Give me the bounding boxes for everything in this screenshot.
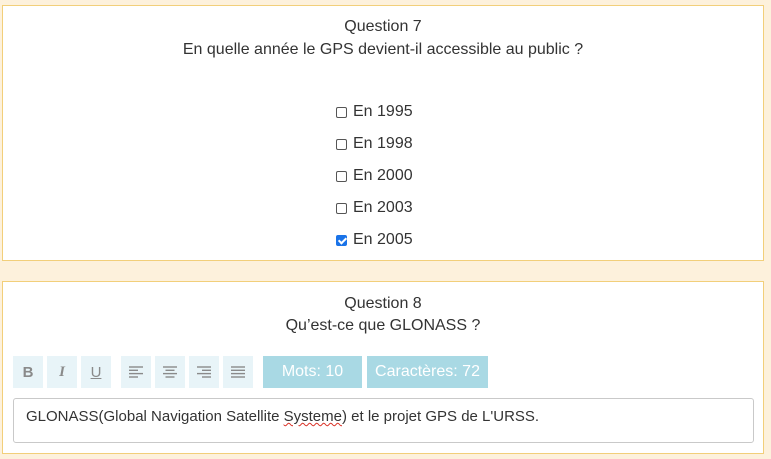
answer-text-end: ) et le projet GPS de L'URSS. — [341, 408, 540, 425]
option-1998[interactable]: En 1998 — [336, 134, 413, 154]
align-justify-icon — [231, 366, 245, 378]
checkbox-icon[interactable] — [336, 138, 347, 150]
checkbox-icon[interactable] — [336, 202, 347, 214]
question-text: Qu’est-ce que GLONASS ? — [285, 317, 481, 334]
checkbox-icon[interactable] — [336, 106, 347, 118]
align-center-icon — [163, 366, 177, 378]
question-text: En quelle année le GPS devient-il access… — [182, 41, 584, 58]
bold-button[interactable]: B — [13, 356, 43, 388]
question-number: Question 7 — [344, 18, 422, 35]
align-left-icon — [129, 366, 143, 378]
underline-button[interactable]: U — [81, 356, 111, 388]
align-left-button[interactable] — [121, 356, 151, 388]
option-label: En 1998 — [353, 135, 413, 152]
answer-textarea[interactable]: GLONASS(Global Navigation Satellite Syst… — [13, 398, 754, 443]
answer-text-start: GLONASS(Global Navigation Satellite — [26, 408, 284, 425]
option-2005[interactable]: En 2005 — [336, 230, 413, 250]
word-count-badge: Mots: 10 — [263, 356, 362, 388]
option-2000[interactable]: En 2000 — [336, 166, 413, 186]
question-number: Question 8 — [344, 295, 422, 312]
option-label: En 1995 — [353, 103, 413, 120]
option-2003[interactable]: En 2003 — [336, 198, 413, 218]
option-1995[interactable]: En 1995 — [336, 102, 413, 122]
option-label: En 2003 — [353, 199, 413, 216]
italic-button[interactable]: I — [47, 356, 77, 388]
align-justify-button[interactable] — [223, 356, 253, 388]
option-label: En 2000 — [353, 167, 413, 184]
question-7-card: Question 7 En quelle année le GPS devien… — [2, 5, 764, 261]
checkbox-checked-icon[interactable] — [336, 234, 347, 246]
character-count-badge: Caractères: 72 — [367, 356, 488, 388]
align-right-icon — [197, 366, 211, 378]
question-8-card: Question 8 Qu’est-ce que GLONASS ? B I U — [2, 281, 764, 454]
option-label: En 2005 — [353, 231, 413, 248]
checkbox-icon[interactable] — [336, 170, 347, 182]
align-center-button[interactable] — [155, 356, 185, 388]
align-right-button[interactable] — [189, 356, 219, 388]
misspelled-word: Systeme — [283, 408, 342, 425]
